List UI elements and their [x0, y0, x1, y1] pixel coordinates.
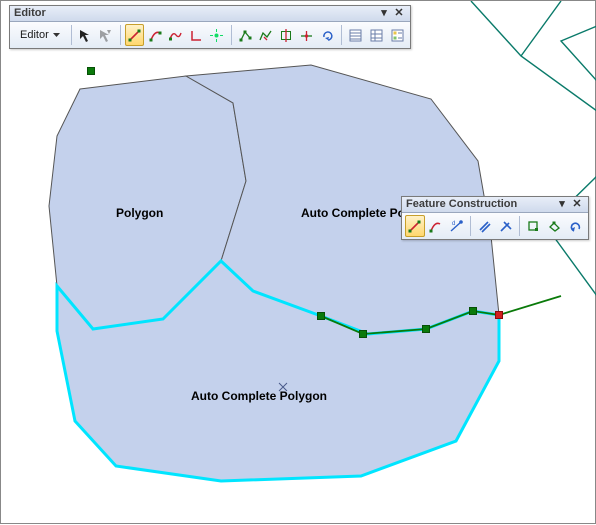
editor-toolbar-titlebar[interactable]: Editor ▾ ✕ — [10, 6, 410, 22]
constrain-perpendicular[interactable] — [496, 215, 516, 237]
fc-distance-tool[interactable]: d — [446, 215, 466, 237]
reshape-tool[interactable] — [256, 24, 276, 46]
fc-endpoint-arc[interactable] — [426, 215, 446, 237]
sketch-vertex[interactable] — [469, 307, 477, 315]
fc-toolbar-title: Feature Construction — [406, 197, 556, 212]
create-features-button[interactable] — [387, 24, 407, 46]
sketch-vertex[interactable] — [359, 330, 367, 338]
finish-sketch[interactable] — [545, 215, 565, 237]
editor-menu-label: Editor — [20, 29, 49, 41]
toolbar-options-icon[interactable]: ▾ — [378, 8, 390, 20]
split-tool[interactable] — [297, 24, 317, 46]
right-angle-tool[interactable] — [186, 24, 206, 46]
edit-vertices-tool[interactable] — [235, 24, 255, 46]
constrain-parallel[interactable] — [475, 215, 495, 237]
attributes-button[interactable] — [346, 24, 366, 46]
edit-annotation-tool[interactable] — [96, 24, 116, 46]
straight-segment-tool[interactable] — [125, 24, 145, 46]
editor-toolbar[interactable]: Editor ▾ ✕ Editor — [9, 5, 411, 49]
fc-straight-segment[interactable] — [405, 215, 425, 237]
editor-menu[interactable]: Editor — [13, 24, 67, 46]
undo-button[interactable] — [565, 215, 585, 237]
editor-toolbar-title: Editor — [14, 6, 378, 21]
sketch-properties-button[interactable] — [367, 24, 387, 46]
trace-tool[interactable] — [166, 24, 186, 46]
close-icon[interactable]: ✕ — [392, 8, 406, 20]
fc-toolbar-titlebar[interactable]: Feature Construction ▾ ✕ — [402, 197, 588, 213]
feature-construction-toolbar[interactable]: Feature Construction ▾ ✕ d — [401, 196, 589, 240]
svg-text:d: d — [452, 221, 455, 227]
sketch-vertex[interactable] — [422, 325, 430, 333]
sketch-vertex-last[interactable] — [495, 311, 503, 319]
stray-vertex — [87, 67, 95, 75]
cut-polygons-tool[interactable] — [277, 24, 297, 46]
endpoint-arc-tool[interactable] — [145, 24, 165, 46]
edit-tool[interactable] — [76, 24, 96, 46]
toolbar-options-icon[interactable]: ▾ — [556, 199, 568, 211]
auto-complete-lower-label: Auto Complete Polygon — [191, 389, 327, 403]
sketch-vertex[interactable] — [317, 312, 325, 320]
polygon-label: Polygon — [116, 206, 163, 220]
map-canvas[interactable] — [1, 1, 596, 525]
close-icon[interactable]: ✕ — [570, 199, 584, 211]
point-tool[interactable] — [207, 24, 227, 46]
square-and-finish[interactable] — [524, 215, 544, 237]
rotate-tool[interactable] — [318, 24, 338, 46]
